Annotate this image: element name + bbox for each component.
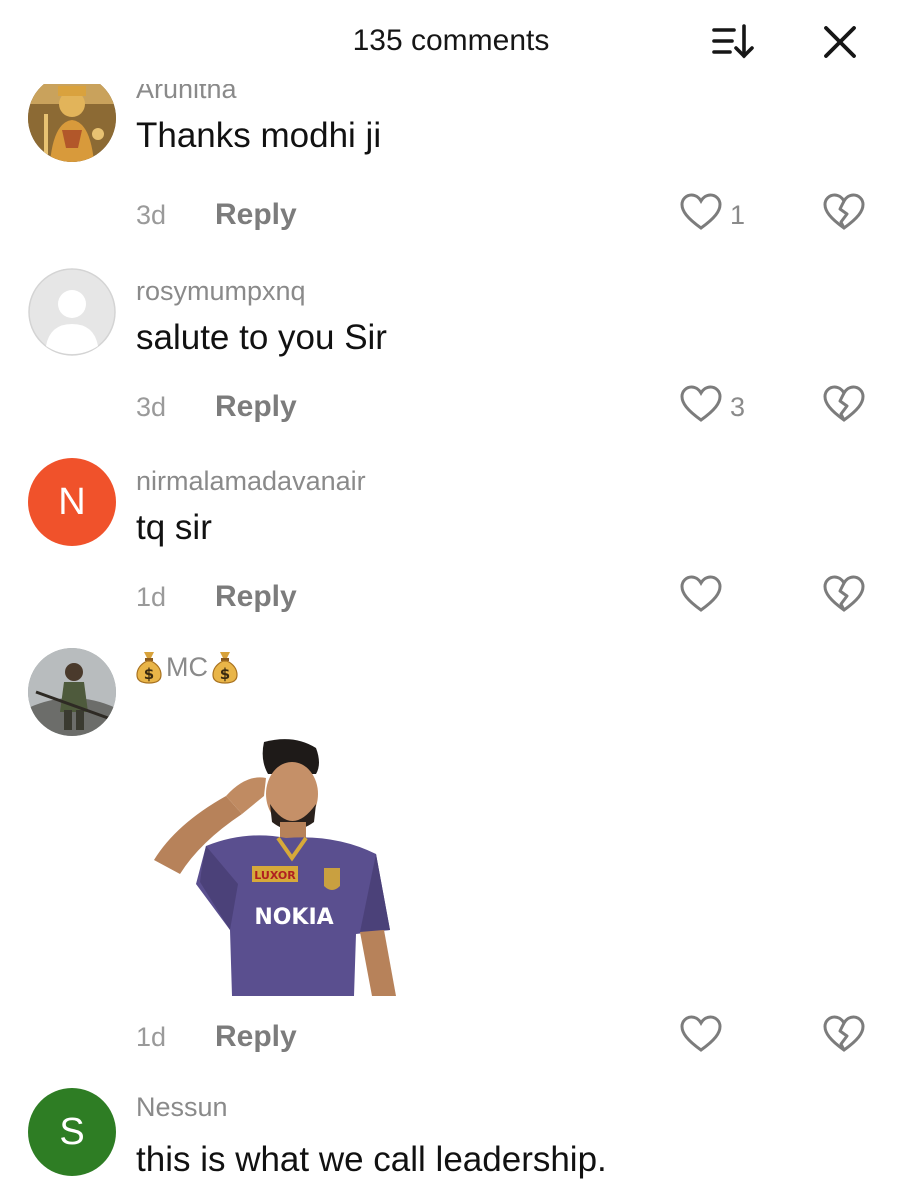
money-bag-icon: $ [136, 652, 162, 684]
heart-icon[interactable] [679, 574, 723, 614]
comment-actions: 1d Reply [136, 1012, 876, 1060]
sort-icon [712, 24, 754, 59]
broken-heart-icon[interactable] [822, 384, 866, 424]
comment-actions: 3d Reply 3 [136, 382, 876, 430]
like-count: 3 [730, 392, 746, 422]
comment-username[interactable]: Arunitha [136, 84, 237, 105]
sort-button[interactable] [704, 18, 760, 66]
svg-text:$: $ [220, 665, 230, 683]
avatar[interactable] [28, 268, 116, 356]
broken-heart-icon[interactable] [822, 1014, 866, 1054]
close-button[interactable] [816, 18, 864, 66]
comment-list[interactable]: Arunitha Thanks modhi ji 3d Reply 1 rosy… [0, 84, 902, 1200]
close-icon [824, 26, 856, 58]
like-count: 1 [730, 200, 746, 230]
salute-sticker-image[interactable]: LUXOR NOKIA [146, 734, 398, 996]
comment-text: tq sir [136, 508, 212, 547]
avatar[interactable] [28, 84, 116, 162]
broken-heart-icon[interactable] [822, 192, 866, 232]
comment-item: S Nessun this is what we call leadership… [0, 1084, 902, 1200]
comment-text: this is what we call leadership. [136, 1140, 607, 1179]
username-text: MC [166, 651, 208, 682]
comment-time: 1d [136, 1022, 167, 1052]
avatar-letter: N [58, 480, 86, 523]
comment-actions: 3d Reply 1 [136, 190, 876, 238]
comment-text: salute to you Sir [136, 318, 387, 357]
heart-icon[interactable] [679, 1014, 723, 1054]
broken-heart-icon[interactable] [822, 574, 866, 614]
heart-icon[interactable] [679, 384, 723, 424]
avatar[interactable]: S [28, 1088, 116, 1176]
reply-button[interactable]: Reply [215, 1020, 297, 1054]
avatar[interactable]: N [28, 458, 116, 546]
avatar-letter: S [59, 1110, 85, 1153]
comment-time: 3d [136, 392, 167, 422]
reply-button[interactable]: Reply [215, 198, 297, 232]
comment-username[interactable]: nirmalamadavanair [136, 466, 366, 497]
jersey-text: NOKIA [254, 905, 333, 930]
svg-text:$: $ [144, 665, 154, 683]
comments-count-title: 135 comments [352, 24, 550, 57]
comment-item: Arunitha Thanks modhi ji 3d Reply 1 [0, 84, 902, 254]
comment-username[interactable]: $ MC $ [136, 650, 238, 684]
comment-item: rosymumpxnq salute to you Sir 3d Reply 3 [0, 264, 902, 454]
jersey-sponsor-text: LUXOR [254, 869, 296, 882]
comments-header: 135 comments [0, 0, 902, 84]
comment-item: N nirmalamadavanair tq sir 1d Reply [0, 454, 902, 644]
comment-username[interactable]: rosymumpxnq [136, 276, 306, 307]
comment-time: 1d [136, 582, 167, 612]
comment-time: 3d [136, 200, 167, 230]
avatar[interactable] [28, 648, 116, 736]
comments-sheet: 135 comments Arunitha Thanks modhi ji 3d… [0, 0, 902, 1200]
reply-button[interactable]: Reply [215, 580, 297, 614]
comment-actions: 1d Reply [136, 572, 876, 620]
comment-item: $ MC $ LUXOR NOKIA 1d Reply [0, 644, 902, 1074]
comment-username[interactable]: Nessun [136, 1092, 228, 1123]
money-bag-icon: $ [212, 652, 238, 684]
heart-icon[interactable] [679, 192, 723, 232]
reply-button[interactable]: Reply [215, 390, 297, 424]
comment-text: Thanks modhi ji [136, 116, 382, 155]
